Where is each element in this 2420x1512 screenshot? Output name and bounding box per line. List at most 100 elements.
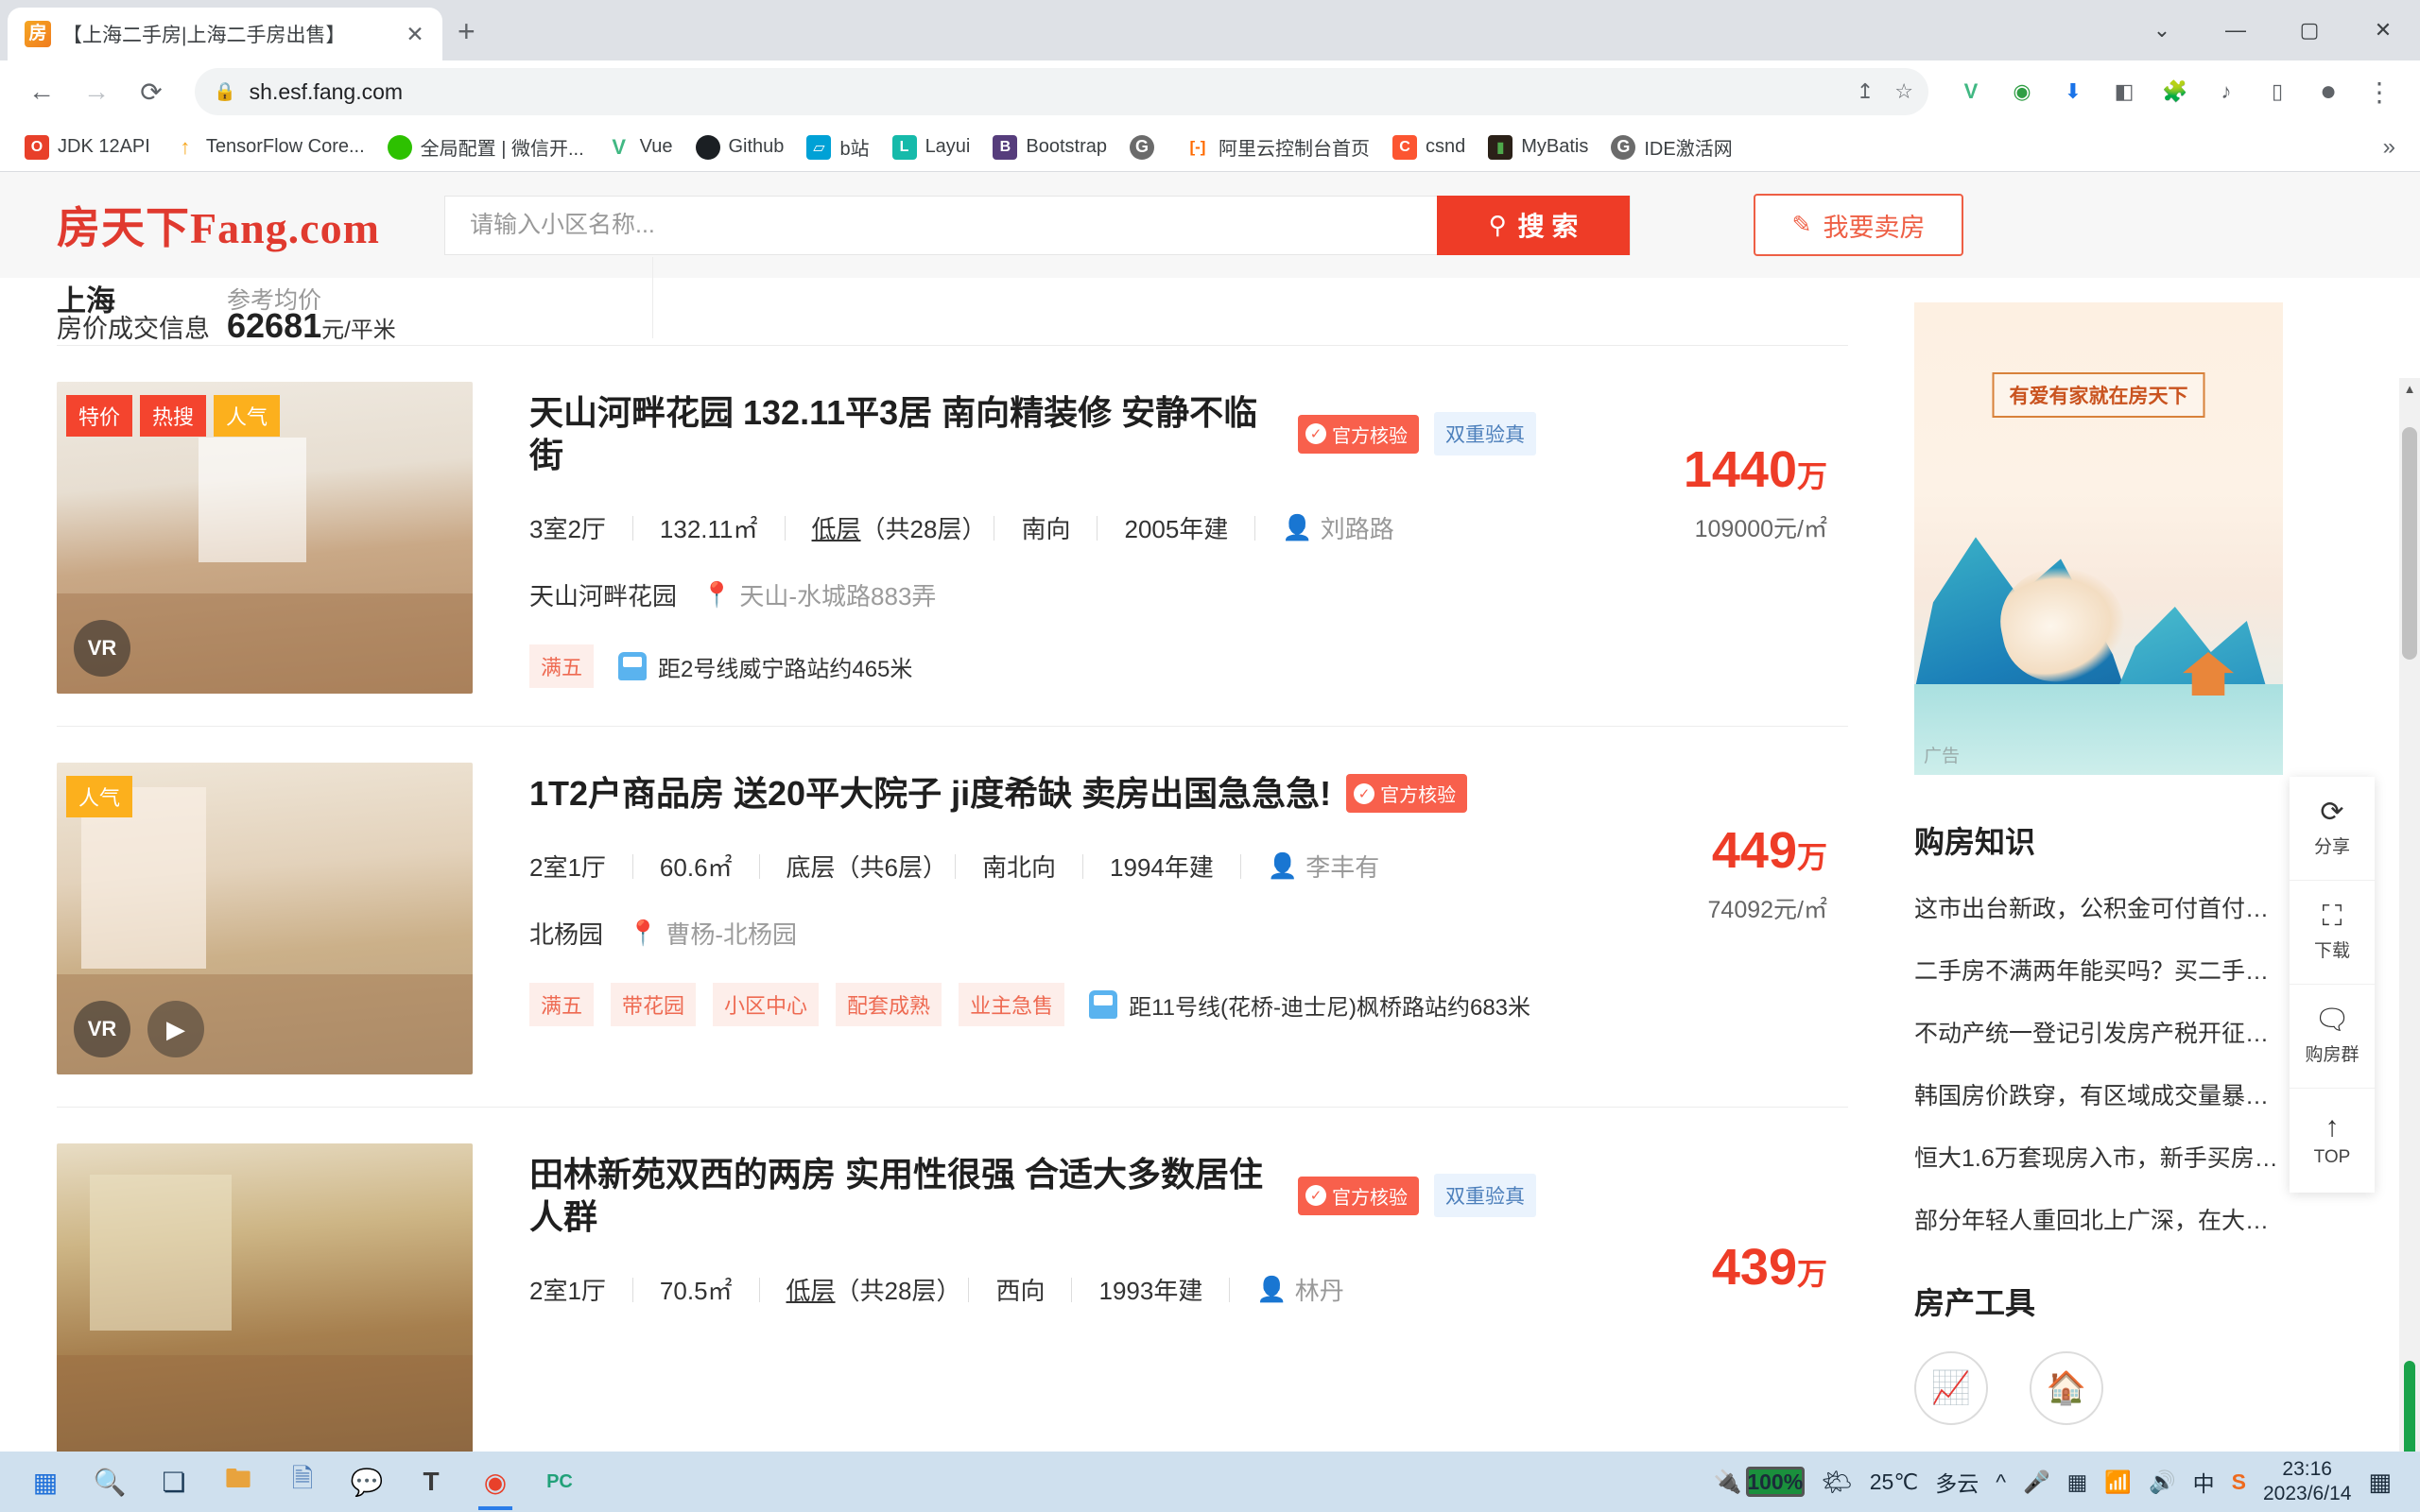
bookmarks-overflow-icon[interactable]: » <box>2374 134 2405 161</box>
search-button[interactable]: ⚲ 搜 索 <box>1437 195 1630 255</box>
vue-devtools-icon[interactable]: V <box>1947 68 1995 115</box>
search-icon[interactable]: 🔍 <box>78 1452 142 1512</box>
play-video-icon[interactable]: ▶ <box>147 1001 204 1057</box>
file-explorer-icon[interactable]: 🖿 <box>206 1452 270 1512</box>
taskbar-clock[interactable]: 23:16 2023/6/14 <box>2263 1457 2351 1507</box>
chrome-menu-icon[interactable]: ⋮ <box>2356 68 2403 115</box>
listing-thumbnail[interactable] <box>57 1143 473 1455</box>
ime-language-icon[interactable]: 中 <box>2193 1466 2215 1498</box>
search-input[interactable] <box>445 196 1437 254</box>
reload-icon[interactable]: ⟳ <box>127 67 176 116</box>
bookmark-item[interactable]: ▱ b站 <box>797 129 878 165</box>
share-button[interactable]: ⟳ 分享 <box>2290 777 2375 881</box>
translate-icon[interactable]: ◧ <box>2100 68 2148 115</box>
listing-row[interactable]: 特价 热搜 人气 VR 天山河畔花园 132.11平3居 南向精装修 安静不临街… <box>57 346 1848 727</box>
bookmark-item[interactable]: G IDE激活网 <box>1601 129 1741 165</box>
bookmark-star-icon[interactable]: ☆ <box>1894 79 1913 104</box>
profile-avatar[interactable]: ● <box>2305 68 2352 115</box>
bookmark-item[interactable]: ▮ MyBatis <box>1478 130 1598 164</box>
buyer-group-button[interactable]: 🗨 购房群 <box>2290 985 2375 1089</box>
battery-indicator[interactable]: 🔌 100% <box>1714 1467 1805 1497</box>
wifi-icon[interactable]: 📶 <box>2104 1469 2132 1495</box>
bookmark-item[interactable]: G <box>1120 130 1172 164</box>
vr-icon[interactable]: VR <box>74 620 130 677</box>
listing-row[interactable]: 田林新苑双西的两房 实用性很强 合适大多数居住人群 ✓ 官方核验 双重验真 2室… <box>57 1108 1848 1486</box>
notepad-icon[interactable]: 🗎 <box>270 1452 335 1512</box>
download-icon[interactable]: ⬇ <box>2049 68 2097 115</box>
maximize-icon[interactable]: ▢ <box>2273 0 2346 60</box>
knowledge-link[interactable]: 这市出台新政，公积金可付首付！ .. <box>1914 890 2283 924</box>
start-button[interactable]: ▦ <box>13 1452 78 1512</box>
sell-house-button[interactable]: ✎ 我要卖房 <box>1754 194 1963 256</box>
vr-icon[interactable]: VR <box>74 1001 130 1057</box>
new-tab-icon[interactable]: + <box>458 14 475 49</box>
bookmark-item[interactable]: B Bootstrap <box>983 130 1116 164</box>
bookmark-item[interactable]: V Vue <box>597 130 683 164</box>
download-app-button[interactable]: ⛶ 下载 <box>2290 881 2375 985</box>
listing-agent[interactable]: 👤 刘路路 <box>1255 510 1420 545</box>
tab-title: 【上海二手房|上海二手房出售】 <box>62 25 346 46</box>
close-tab-icon[interactable]: ✕ <box>401 22 429 47</box>
house-yuan-icon[interactable]: 🏠 <box>2030 1351 2103 1425</box>
reading-list-icon[interactable]: ♪ <box>2203 68 2250 115</box>
back-icon[interactable]: ← <box>17 67 66 116</box>
side-panel-icon[interactable]: ▯ <box>2254 68 2301 115</box>
listing-subway: 距11号线(花桥-迪士尼)枫桥路站约683米 <box>1089 988 1530 1022</box>
bookmark-item[interactable]: ↑ TensorFlow Core... <box>164 130 374 164</box>
microphone-icon[interactable]: 🎤 <box>2023 1469 2050 1495</box>
onedrive-icon[interactable]: ▦ <box>2067 1469 2088 1495</box>
volume-icon[interactable]: 🔊 <box>2149 1469 2176 1495</box>
listing-title[interactable]: 田林新苑双西的两房 实用性很强 合适大多数居住人群 <box>529 1153 1283 1238</box>
browser-tab[interactable]: 房 【上海二手房|上海二手房出售】 ✕ <box>8 8 442 60</box>
typora-icon[interactable]: T <box>399 1452 463 1512</box>
address-bar[interactable]: 🔒 sh.esf.fang.com ↥ ☆ <box>195 68 1928 115</box>
search-box[interactable]: ⚲ 搜 索 <box>444 195 1631 255</box>
knowledge-link[interactable]: 韩国房价跌穿，有区域成交量暴跌7... <box>1914 1077 2283 1111</box>
tray-overflow-icon[interactable]: ^ <box>1996 1469 2006 1495</box>
wechat-icon[interactable]: 💬 <box>335 1452 399 1512</box>
trend-chart-icon[interactable]: 📈 <box>1914 1351 1988 1425</box>
scroll-up-arrow[interactable]: ▲ <box>2399 378 2420 399</box>
chrome-icon[interactable]: ◉ <box>463 1452 527 1512</box>
share-page-icon[interactable]: ↥ <box>1857 79 1874 104</box>
forward-icon[interactable]: → <box>72 67 121 116</box>
knowledge-link[interactable]: 部分年轻人重回北上广深，在大城... <box>1914 1202 2283 1236</box>
puzzle-extensions-icon[interactable]: 🧩 <box>2152 68 2199 115</box>
listing-title[interactable]: 1T2户商品房 送20平大院子 ji度希缺 卖房出国急急急! <box>529 772 1331 815</box>
bookmark-item[interactable]: [-] 阿里云控制台首页 <box>1176 129 1379 165</box>
task-view-icon[interactable]: ❏ <box>142 1452 206 1512</box>
bookmark-item[interactable]: L Layui <box>883 130 980 164</box>
close-window-icon[interactable]: ✕ <box>2346 0 2420 60</box>
back-to-top-button[interactable]: ↑ TOP <box>2290 1089 2375 1193</box>
listing-row[interactable]: 人气 VR ▶ 1T2户商品房 送20平大院子 ji度希缺 卖房出国急急急! ✓… <box>57 727 1848 1108</box>
listing-thumbnail[interactable]: 特价 热搜 人气 VR <box>57 382 473 694</box>
weather-description[interactable]: 多云 <box>1935 1466 1979 1498</box>
listing-address[interactable]: 📍 天山-水城路883弄 <box>701 577 936 612</box>
listing-title[interactable]: 天山河畔花园 132.11平3居 南向精装修 安静不临街 <box>529 391 1283 476</box>
weather-temperature[interactable]: 25℃ <box>1870 1469 1918 1495</box>
extension-circle-icon[interactable]: ◉ <box>1998 68 2046 115</box>
advertisement-banner[interactable]: 有爱有家就在房天下 广告 <box>1914 302 2283 775</box>
bookmark-item[interactable]: Ccsnd <box>1383 130 1475 164</box>
listing-agent[interactable]: 👤 林丹 <box>1230 1272 1370 1307</box>
tab-search-icon[interactable]: ⌄ <box>2125 0 2199 60</box>
scrollbar-thumb[interactable] <box>2402 427 2417 660</box>
page-scrollbar[interactable]: ▲ <box>2399 378 2420 1486</box>
listing-address[interactable]: 📍 曹杨-北杨园 <box>628 916 797 951</box>
notification-center-icon[interactable]: ▦ <box>2368 1468 2392 1497</box>
sogou-input-icon[interactable]: S <box>2232 1469 2246 1495</box>
knowledge-link[interactable]: 不动产统一登记引发房产税开征猜... <box>1914 1015 2283 1049</box>
pycharm-icon[interactable]: PC <box>527 1452 592 1512</box>
bookmark-item[interactable]: O JDK 12API <box>15 130 160 164</box>
bookmark-item[interactable]: Github <box>686 130 794 164</box>
listing-agent[interactable]: 👤 李丰有 <box>1241 849 1406 884</box>
check-icon: ✓ <box>1305 423 1326 444</box>
site-logo[interactable]: 房天下Fang.com <box>57 194 435 256</box>
bookmark-item[interactable]: 全局配置 | 微信开... <box>378 129 594 165</box>
knowledge-link[interactable]: 二手房不满两年能买吗？买二手房... <box>1914 953 2283 987</box>
minimize-icon[interactable]: — <box>2199 0 2273 60</box>
knowledge-link[interactable]: 恒大1.6万套现房入市，新手买房应... <box>1914 1140 2283 1174</box>
community-name[interactable]: 天山河畔花园 <box>529 577 677 612</box>
listing-thumbnail[interactable]: 人气 VR ▶ <box>57 763 473 1074</box>
community-name[interactable]: 北杨园 <box>529 916 603 951</box>
